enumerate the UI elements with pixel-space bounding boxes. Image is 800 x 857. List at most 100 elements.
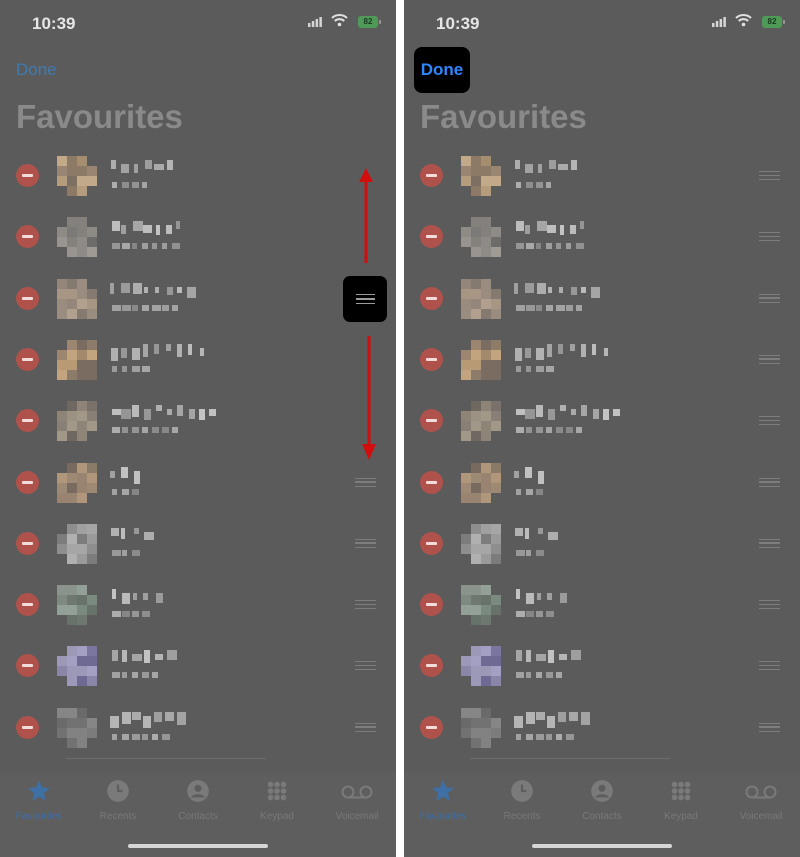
reorder-icon[interactable] xyxy=(759,293,780,303)
list-item[interactable] xyxy=(0,512,396,574)
avatar xyxy=(461,156,501,196)
delete-icon[interactable] xyxy=(16,225,39,249)
tab-label: Contacts xyxy=(582,811,622,822)
delete-icon[interactable] xyxy=(16,593,39,617)
list-item[interactable] xyxy=(0,144,396,206)
delete-icon[interactable] xyxy=(420,286,443,310)
delete-icon[interactable] xyxy=(420,164,443,187)
tab-keypad[interactable]: Keypad xyxy=(241,776,313,826)
avatar xyxy=(57,585,97,626)
tab-favourites[interactable]: Favourites xyxy=(407,776,479,826)
contact-name-redacted xyxy=(514,405,674,441)
contact-name-redacted xyxy=(514,343,674,380)
contact-name-redacted xyxy=(110,221,270,257)
delete-icon[interactable] xyxy=(420,531,443,555)
tab-voicemail[interactable]: Voicemail xyxy=(321,776,393,826)
list-item[interactable] xyxy=(404,144,800,206)
reorder-handle-highlight[interactable] xyxy=(343,276,387,322)
voicemail-icon xyxy=(744,778,778,809)
delete-icon[interactable] xyxy=(16,164,39,187)
tab-voicemail[interactable]: Voicemail xyxy=(725,776,797,826)
reorder-icon[interactable] xyxy=(759,661,780,671)
page-title: Favourites xyxy=(420,98,587,135)
reorder-icon[interactable] xyxy=(759,477,780,487)
reorder-icon[interactable] xyxy=(759,600,780,610)
avatar xyxy=(57,462,97,503)
delete-icon[interactable] xyxy=(16,531,39,555)
divider xyxy=(66,758,266,759)
avatar xyxy=(461,523,501,564)
delete-icon[interactable] xyxy=(420,409,443,433)
delete-icon[interactable] xyxy=(420,715,443,739)
delete-icon[interactable] xyxy=(16,470,39,494)
reorder-icon[interactable] xyxy=(355,661,376,671)
delete-icon[interactable] xyxy=(420,654,443,678)
page-title: Favourites xyxy=(16,98,183,135)
tab-contacts[interactable]: Contacts xyxy=(566,776,638,826)
list-item[interactable] xyxy=(0,328,396,390)
reorder-icon[interactable] xyxy=(759,722,780,732)
list-item[interactable] xyxy=(404,573,800,635)
reorder-icon[interactable] xyxy=(355,477,376,487)
star-icon xyxy=(26,778,52,809)
delete-icon[interactable] xyxy=(420,347,443,371)
tab-label: Voicemail xyxy=(335,811,379,822)
tab-recents[interactable]: Recents xyxy=(82,776,154,826)
delete-icon[interactable] xyxy=(16,654,39,678)
down-arrow-icon xyxy=(362,336,376,460)
contact-name-redacted xyxy=(514,282,674,319)
list-item[interactable] xyxy=(0,205,396,267)
tab-keypad[interactable]: Keypad xyxy=(645,776,717,826)
delete-icon[interactable] xyxy=(420,225,443,249)
reorder-icon[interactable] xyxy=(759,232,780,242)
wifi-icon xyxy=(331,14,348,27)
list-item[interactable] xyxy=(0,451,396,513)
reorder-icon[interactable] xyxy=(355,722,376,732)
status-bar: 10:39 82 xyxy=(0,0,396,48)
battery-icon: 82 xyxy=(358,16,381,28)
reorder-icon[interactable] xyxy=(759,171,780,180)
status-time: 10:39 xyxy=(436,14,480,33)
reorder-icon[interactable] xyxy=(759,354,780,364)
list-item[interactable] xyxy=(404,512,800,574)
delete-icon[interactable] xyxy=(420,593,443,617)
avatar xyxy=(57,156,97,196)
contact-name-redacted xyxy=(110,527,270,564)
list-item[interactable] xyxy=(404,205,800,267)
list-item[interactable] xyxy=(404,267,800,329)
list-item[interactable] xyxy=(404,696,800,758)
tab-label: Favourites xyxy=(15,811,63,822)
tab-label: Contacts xyxy=(178,811,218,822)
tab-contacts[interactable]: Contacts xyxy=(162,776,234,826)
list-item[interactable] xyxy=(0,389,396,451)
list-item[interactable] xyxy=(0,573,396,635)
reorder-icon[interactable] xyxy=(759,538,780,548)
delete-icon[interactable] xyxy=(16,409,39,433)
tab-favourites[interactable]: Favourites xyxy=(3,776,75,826)
list-item[interactable] xyxy=(0,267,396,329)
phone-screen-right: 10:39 82 Done Favourites Favourites Recen… xyxy=(404,0,800,857)
list-item[interactable] xyxy=(0,634,396,696)
contact-name-redacted xyxy=(110,343,270,380)
delete-icon[interactable] xyxy=(16,286,39,310)
signal-icon xyxy=(712,17,726,27)
list-item[interactable] xyxy=(404,451,800,513)
contact-name-redacted xyxy=(110,405,270,441)
tab-recents[interactable]: Recents xyxy=(486,776,558,826)
delete-icon[interactable] xyxy=(420,470,443,494)
avatar xyxy=(57,217,97,258)
list-item[interactable] xyxy=(404,634,800,696)
done-button[interactable]: Done xyxy=(16,60,57,80)
avatar xyxy=(57,401,97,442)
done-button[interactable]: Done xyxy=(414,47,470,93)
list-item[interactable] xyxy=(0,696,396,758)
list-item[interactable] xyxy=(404,389,800,451)
reorder-icon[interactable] xyxy=(355,538,376,548)
avatar xyxy=(57,707,97,748)
reorder-icon[interactable] xyxy=(759,416,780,426)
delete-icon[interactable] xyxy=(16,715,39,739)
home-indicator xyxy=(532,844,672,848)
delete-icon[interactable] xyxy=(16,347,39,371)
list-item[interactable] xyxy=(404,328,800,390)
reorder-icon[interactable] xyxy=(355,600,376,610)
